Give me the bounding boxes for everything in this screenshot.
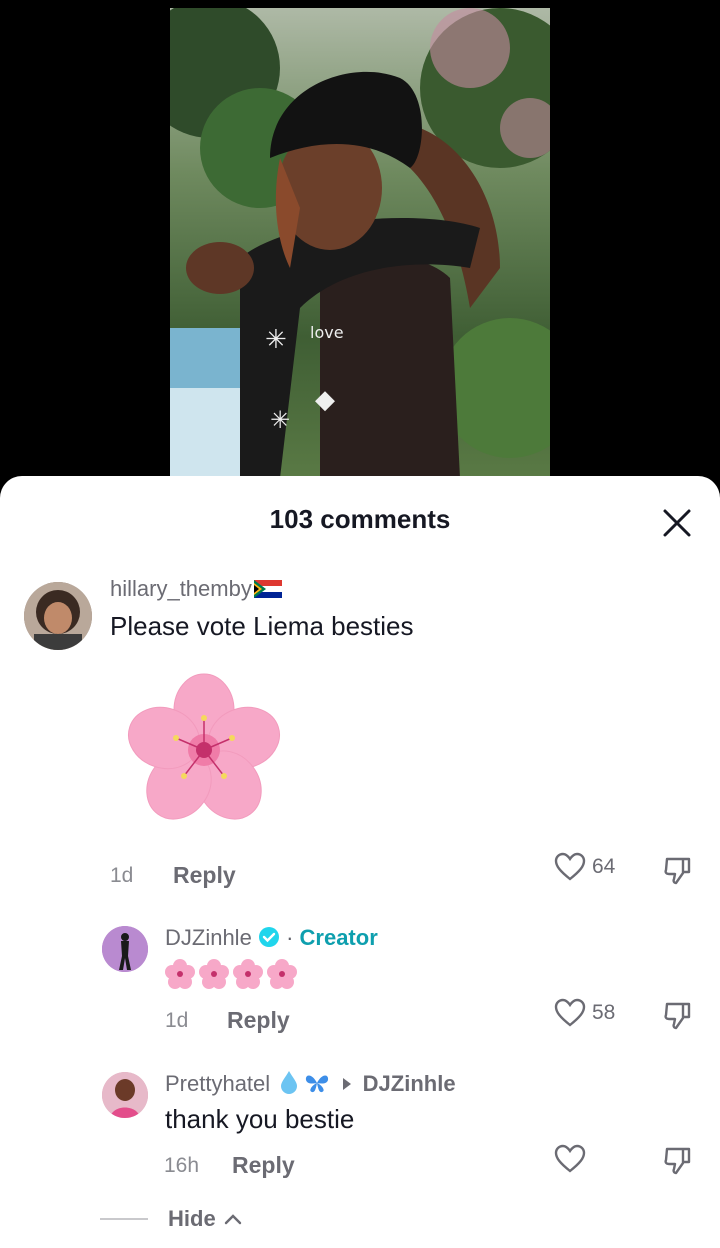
reply-to-username[interactable]: DJZinhle	[363, 1071, 456, 1096]
butterfly-icon	[306, 1075, 329, 1093]
video-frame-illustration: ✳ ◆ ✳ love	[170, 8, 550, 478]
reply-button[interactable]: Reply	[173, 862, 236, 889]
avatar[interactable]	[102, 1072, 148, 1118]
comment-username[interactable]: Prettyhatel DJZinhle	[165, 1070, 456, 1097]
like-button[interactable]: 58	[554, 998, 615, 1028]
comment-username[interactable]: DJZinhle · Creator	[165, 925, 378, 951]
svg-text:◆: ◆	[315, 385, 335, 415]
close-icon[interactable]	[660, 506, 694, 540]
cherry-blossom-icon	[233, 959, 263, 989]
heart-outline-icon	[554, 852, 586, 881]
thumbs-down-icon[interactable]	[662, 1144, 694, 1181]
hide-replies-toggle[interactable]: Hide	[100, 1206, 242, 1232]
comments-count-title: 103 comments	[269, 504, 451, 534]
video-player[interactable]: ✳ ◆ ✳ love	[0, 0, 720, 500]
reply-button[interactable]: Reply	[232, 1152, 295, 1179]
heart-outline-icon	[554, 1144, 586, 1173]
cherry-blossom-icon	[267, 959, 297, 989]
like-button[interactable]	[554, 1144, 586, 1174]
svg-text:love: love	[310, 323, 344, 342]
avatar[interactable]	[24, 582, 92, 650]
comment-time: 1d	[110, 864, 134, 887]
caret-right-icon	[342, 1078, 351, 1090]
verified-badge-icon	[258, 927, 279, 947]
thumbs-down-icon[interactable]	[662, 854, 694, 891]
droplet-icon	[281, 1071, 298, 1094]
cherry-blossom-icon	[199, 959, 229, 989]
svg-text:✳: ✳	[270, 406, 290, 434]
reply-button[interactable]: Reply	[227, 1007, 290, 1034]
comment-username[interactable]: hillary_themby	[110, 576, 282, 602]
cherry-blossom-icon	[165, 959, 195, 989]
comment-text: Please vote Liema besties	[110, 611, 414, 641]
hide-replies-label[interactable]: Hide	[168, 1206, 216, 1232]
divider	[100, 1218, 148, 1220]
avatar[interactable]	[102, 926, 148, 972]
chevron-up-icon	[224, 1214, 241, 1225]
comment-time: 1d	[165, 1009, 189, 1032]
comment-emoji-row	[164, 958, 298, 990]
svg-text:✳: ✳	[265, 325, 287, 355]
thumbs-down-icon[interactable]	[662, 999, 694, 1036]
comment-time: 16h	[164, 1154, 200, 1177]
heart-outline-icon	[554, 998, 586, 1027]
cherry-blossom-icon	[126, 672, 282, 833]
video-frame[interactable]: ✳ ◆ ✳ love	[170, 8, 550, 478]
south-africa-flag-icon	[253, 580, 282, 598]
creator-separator: ·	[286, 925, 294, 950]
like-count: 64	[592, 855, 616, 878]
creator-label: Creator	[299, 925, 378, 950]
like-count: 58	[592, 1001, 616, 1024]
like-button[interactable]: 64	[554, 852, 615, 882]
comment-text: thank you bestie	[165, 1104, 355, 1134]
